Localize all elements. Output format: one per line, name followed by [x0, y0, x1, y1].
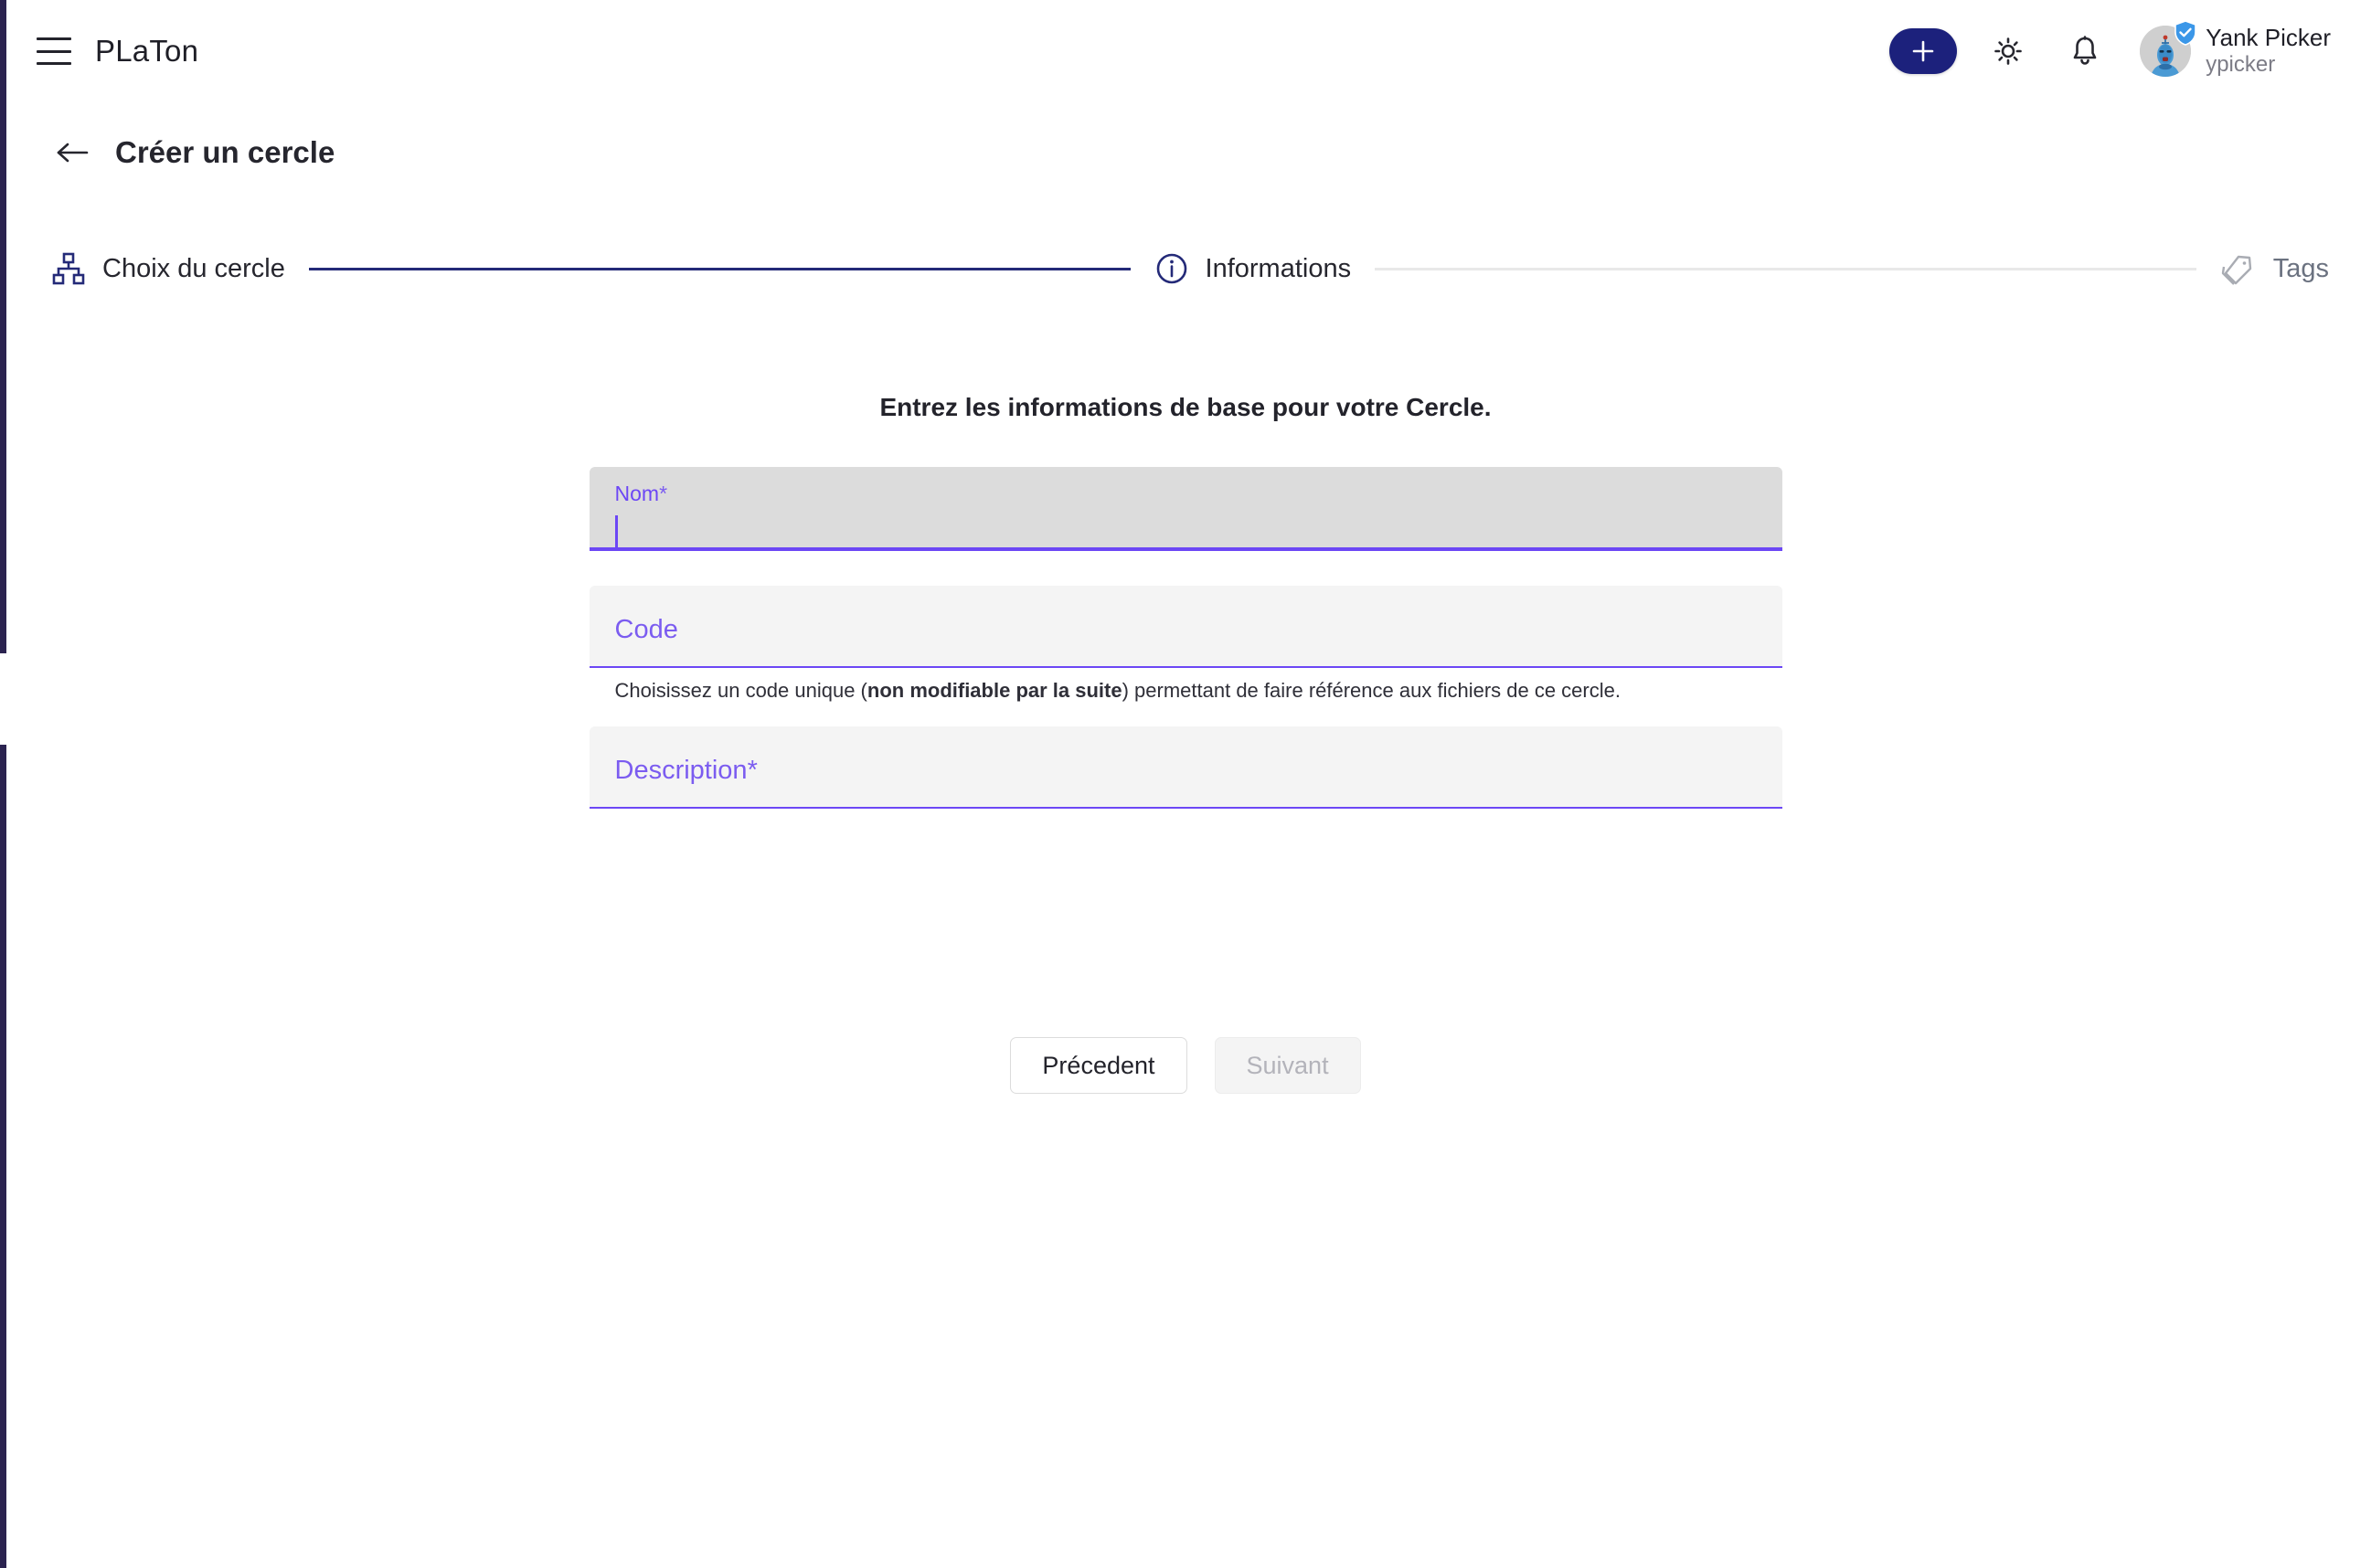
- field-description-underline: [589, 807, 1782, 809]
- app-bar-right: Yank Picker ypicker: [1889, 20, 2331, 78]
- add-button[interactable]: [1889, 27, 1958, 74]
- stepper-step-label: Tags: [2272, 253, 2329, 283]
- plus-icon: [1912, 40, 1934, 62]
- tag-icon: [2221, 255, 2251, 285]
- stepper-step-label: Informations: [1205, 253, 1352, 283]
- stepper-step-choix-du-cercle[interactable]: Choix du cercle: [51, 251, 285, 286]
- sitemap-icon: [52, 252, 85, 285]
- avatar: [2140, 20, 2197, 77]
- field-code-label: Code: [614, 615, 678, 644]
- form-fields: Nom* Code Choisissez un code unique (non…: [589, 467, 1782, 809]
- field-nom-underline: [589, 547, 1782, 551]
- form-area: Entrez les informations de base pour vot…: [0, 393, 2371, 809]
- stepper-step-tags[interactable]: Tags: [2220, 251, 2329, 286]
- bell-icon: [2073, 36, 2097, 65]
- notifications-button[interactable]: [2059, 26, 2111, 77]
- stepper-connector-2: [1375, 267, 2196, 270]
- stepper-connector-1: [308, 267, 1131, 270]
- app-bar: PLaTon Yank Picker ypicker: [0, 0, 2371, 102]
- stepper-step-label: Choix du cercle: [102, 253, 285, 283]
- page-title: Créer un cercle: [115, 135, 335, 169]
- app-bar-left: PLaTon: [37, 34, 198, 69]
- text-caret: [614, 515, 618, 547]
- form-actions: Précedent Suivant: [0, 1037, 2371, 1094]
- info-circle-icon: [1156, 253, 1186, 284]
- arrow-left-icon: [57, 143, 89, 163]
- brand-title: PLaTon: [95, 34, 199, 68]
- sun-icon: [1994, 37, 2023, 65]
- user-menu[interactable]: Yank Picker ypicker: [2140, 20, 2331, 78]
- user-fullname: Yank Picker: [2206, 24, 2331, 52]
- field-nom-label: Nom*: [614, 482, 668, 505]
- field-nom[interactable]: Nom*: [589, 467, 1782, 551]
- form-intro-text: Entrez les informations de base pour vot…: [879, 393, 1492, 421]
- previous-button[interactable]: Précedent: [1010, 1037, 1187, 1094]
- field-description[interactable]: Description*: [589, 726, 1782, 809]
- field-description-label: Description*: [614, 756, 758, 785]
- page-heading: Créer un cercle: [55, 135, 335, 170]
- field-description-box[interactable]: Description*: [589, 726, 1782, 807]
- field-nom-box[interactable]: Nom*: [589, 467, 1782, 547]
- hamburger-menu-icon[interactable]: [37, 37, 71, 65]
- back-button[interactable]: [55, 139, 90, 166]
- user-text: Yank Picker ypicker: [2206, 24, 2331, 78]
- next-button: Suivant: [1214, 1037, 1361, 1094]
- field-code-helper-text: Choisissez un code unique (non modifiabl…: [614, 679, 1621, 702]
- stepper-step-informations[interactable]: Informations: [1154, 251, 1352, 286]
- verified-shield-icon: [2174, 20, 2197, 46]
- stepper: Choix du cercle Informations Tags: [0, 239, 2371, 298]
- field-code[interactable]: Code: [589, 586, 1782, 668]
- user-handle: ypicker: [2206, 52, 2276, 78]
- field-code-underline: [589, 666, 1782, 668]
- theme-toggle-button[interactable]: [1983, 26, 2034, 77]
- field-code-box[interactable]: Code: [589, 586, 1782, 666]
